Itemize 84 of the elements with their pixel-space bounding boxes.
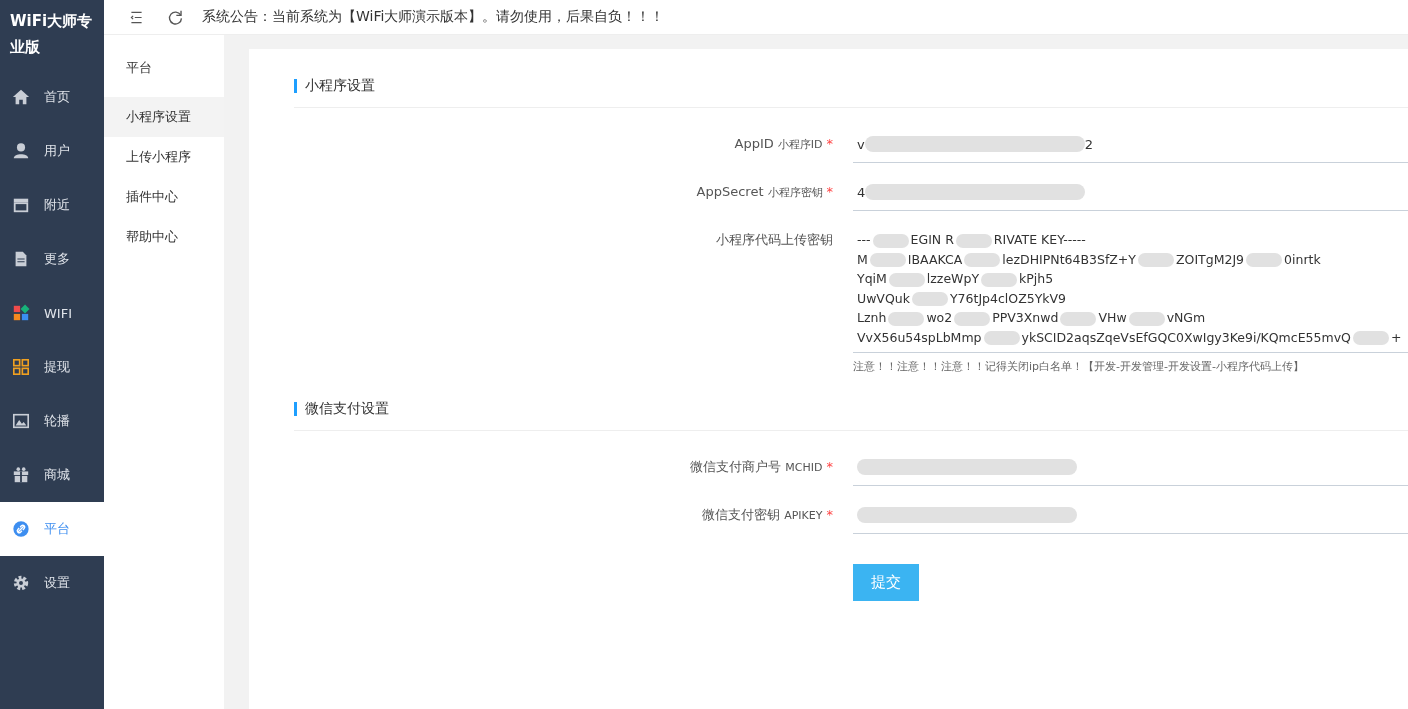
- menu-item[interactable]: 商城: [0, 448, 104, 502]
- subnav-item[interactable]: 帮助中心: [104, 217, 224, 257]
- field-value: 2: [1084, 136, 1093, 152]
- key-text: wo2: [926, 310, 953, 325]
- refresh-icon[interactable]: [167, 8, 184, 26]
- key-text: ZOITgM2J9: [1176, 251, 1245, 267]
- redaction-mark: [1246, 253, 1283, 267]
- home-icon: [12, 88, 30, 106]
- redaction-mark: [981, 272, 1018, 287]
- required-mark: *: [826, 135, 833, 153]
- redaction-mark: [888, 272, 925, 287]
- redaction-mark: [1060, 311, 1097, 326]
- required-mark: *: [826, 458, 833, 476]
- input-field[interactable]: 4: [853, 174, 1408, 211]
- key-text: VHw: [1098, 310, 1127, 325]
- key-text: lezDHIPNt64B3SfZ+Y: [1002, 251, 1136, 267]
- field-label: 小程序代码上传密钥: [716, 231, 833, 249]
- blocks-icon: [12, 304, 30, 322]
- subnav-item[interactable]: 插件中心: [104, 177, 224, 217]
- field-label-hint: 小程序ID: [777, 137, 823, 153]
- key-text: ---: [857, 232, 871, 247]
- key-text: EGIN R: [910, 232, 954, 247]
- field-label: AppSecret: [696, 183, 764, 201]
- key-text: IBAAKCA: [907, 251, 963, 267]
- redaction-mark: [955, 233, 992, 248]
- menu-item[interactable]: 轮播: [0, 394, 104, 448]
- menu-item[interactable]: WIFI: [0, 286, 104, 340]
- grid-icon: [12, 358, 30, 376]
- link-icon: [12, 520, 30, 538]
- brand-title: WiFi大师专业版: [9, 11, 94, 58]
- redaction-mark: [1128, 311, 1165, 326]
- menu-item[interactable]: 提现: [0, 340, 104, 394]
- key-text: ykSCID2aqsZqeVsEfGQC0XwIgy3Ke9i/KQmcE55mvQ: [1021, 329, 1351, 345]
- field-label-hint: 小程序密钥: [767, 185, 823, 201]
- field-label: AppID: [734, 135, 774, 153]
- settings-icon: [12, 574, 30, 592]
- subnav-item[interactable]: 上传小程序: [104, 137, 224, 177]
- gift-icon: [12, 466, 30, 484]
- user-icon: [12, 142, 30, 160]
- key-text: 0inrtk: [1284, 251, 1321, 267]
- key-text: M: [857, 251, 868, 267]
- input-field[interactable]: v 2: [853, 126, 1408, 163]
- menu-item[interactable]: 更多: [0, 232, 104, 286]
- required-mark: *: [826, 506, 833, 524]
- key-text: kPjh5: [1019, 271, 1054, 286]
- menu-item[interactable]: 平台: [0, 502, 104, 556]
- redaction-mark: [1138, 253, 1174, 267]
- menu-item[interactable]: 设置: [0, 556, 104, 610]
- key-text: PPV3Xnwd: [992, 310, 1059, 325]
- subnav-item[interactable]: 小程序设置: [104, 97, 224, 137]
- hint-text: 注意！！注意！！注意！！记得关闭ip白名单！【开发-开发管理-开发设置-小程序代码上传】: [853, 359, 1305, 374]
- redaction-mark: [869, 253, 906, 267]
- store-icon: [12, 196, 30, 214]
- redaction-mark: [983, 331, 1020, 345]
- key-text: RIVATE KEY-----: [993, 232, 1086, 247]
- field-label-hint: MCHID: [785, 460, 823, 476]
- subnav-title: 平台: [125, 59, 153, 77]
- redaction-mark: [1352, 331, 1389, 345]
- key-text: VvX56u54spLbMmp: [857, 329, 982, 345]
- section-title: 微信支付设置: [305, 400, 389, 418]
- field-value: 4: [857, 184, 866, 200]
- key-text: lzzeWpY: [926, 271, 980, 286]
- menu-item[interactable]: 用户: [0, 124, 104, 178]
- redaction-mark: [888, 311, 925, 326]
- field-label: 微信支付商户号: [690, 458, 782, 476]
- key-text: YqiM: [857, 271, 887, 286]
- field-label-hint: APIKEY: [784, 508, 823, 524]
- menu-item[interactable]: 附近: [0, 178, 104, 232]
- field-label: 微信支付密钥: [702, 506, 781, 524]
- field-value: v: [857, 136, 865, 152]
- required-mark: *: [826, 183, 833, 201]
- key-text: Lznh: [857, 310, 887, 325]
- key-text: Y76tJp4clOZ5YkV9: [949, 290, 1067, 306]
- redaction-mark: [872, 233, 909, 248]
- redaction-mark: [964, 253, 1001, 267]
- image-icon: [12, 412, 30, 430]
- key-text: UwVQuk: [857, 290, 910, 306]
- key-text: +: [1390, 329, 1402, 345]
- key-text: vNGm: [1166, 310, 1206, 325]
- section-title: 小程序设置: [305, 77, 375, 95]
- menu-item[interactable]: 首页: [0, 70, 104, 124]
- announcement-text: 系统公告：当前系统为【WiFi大师演示版本】。请勿使用，后果自负！！！: [202, 8, 665, 26]
- redaction-mark: [911, 292, 948, 306]
- redaction-mark: [954, 311, 991, 326]
